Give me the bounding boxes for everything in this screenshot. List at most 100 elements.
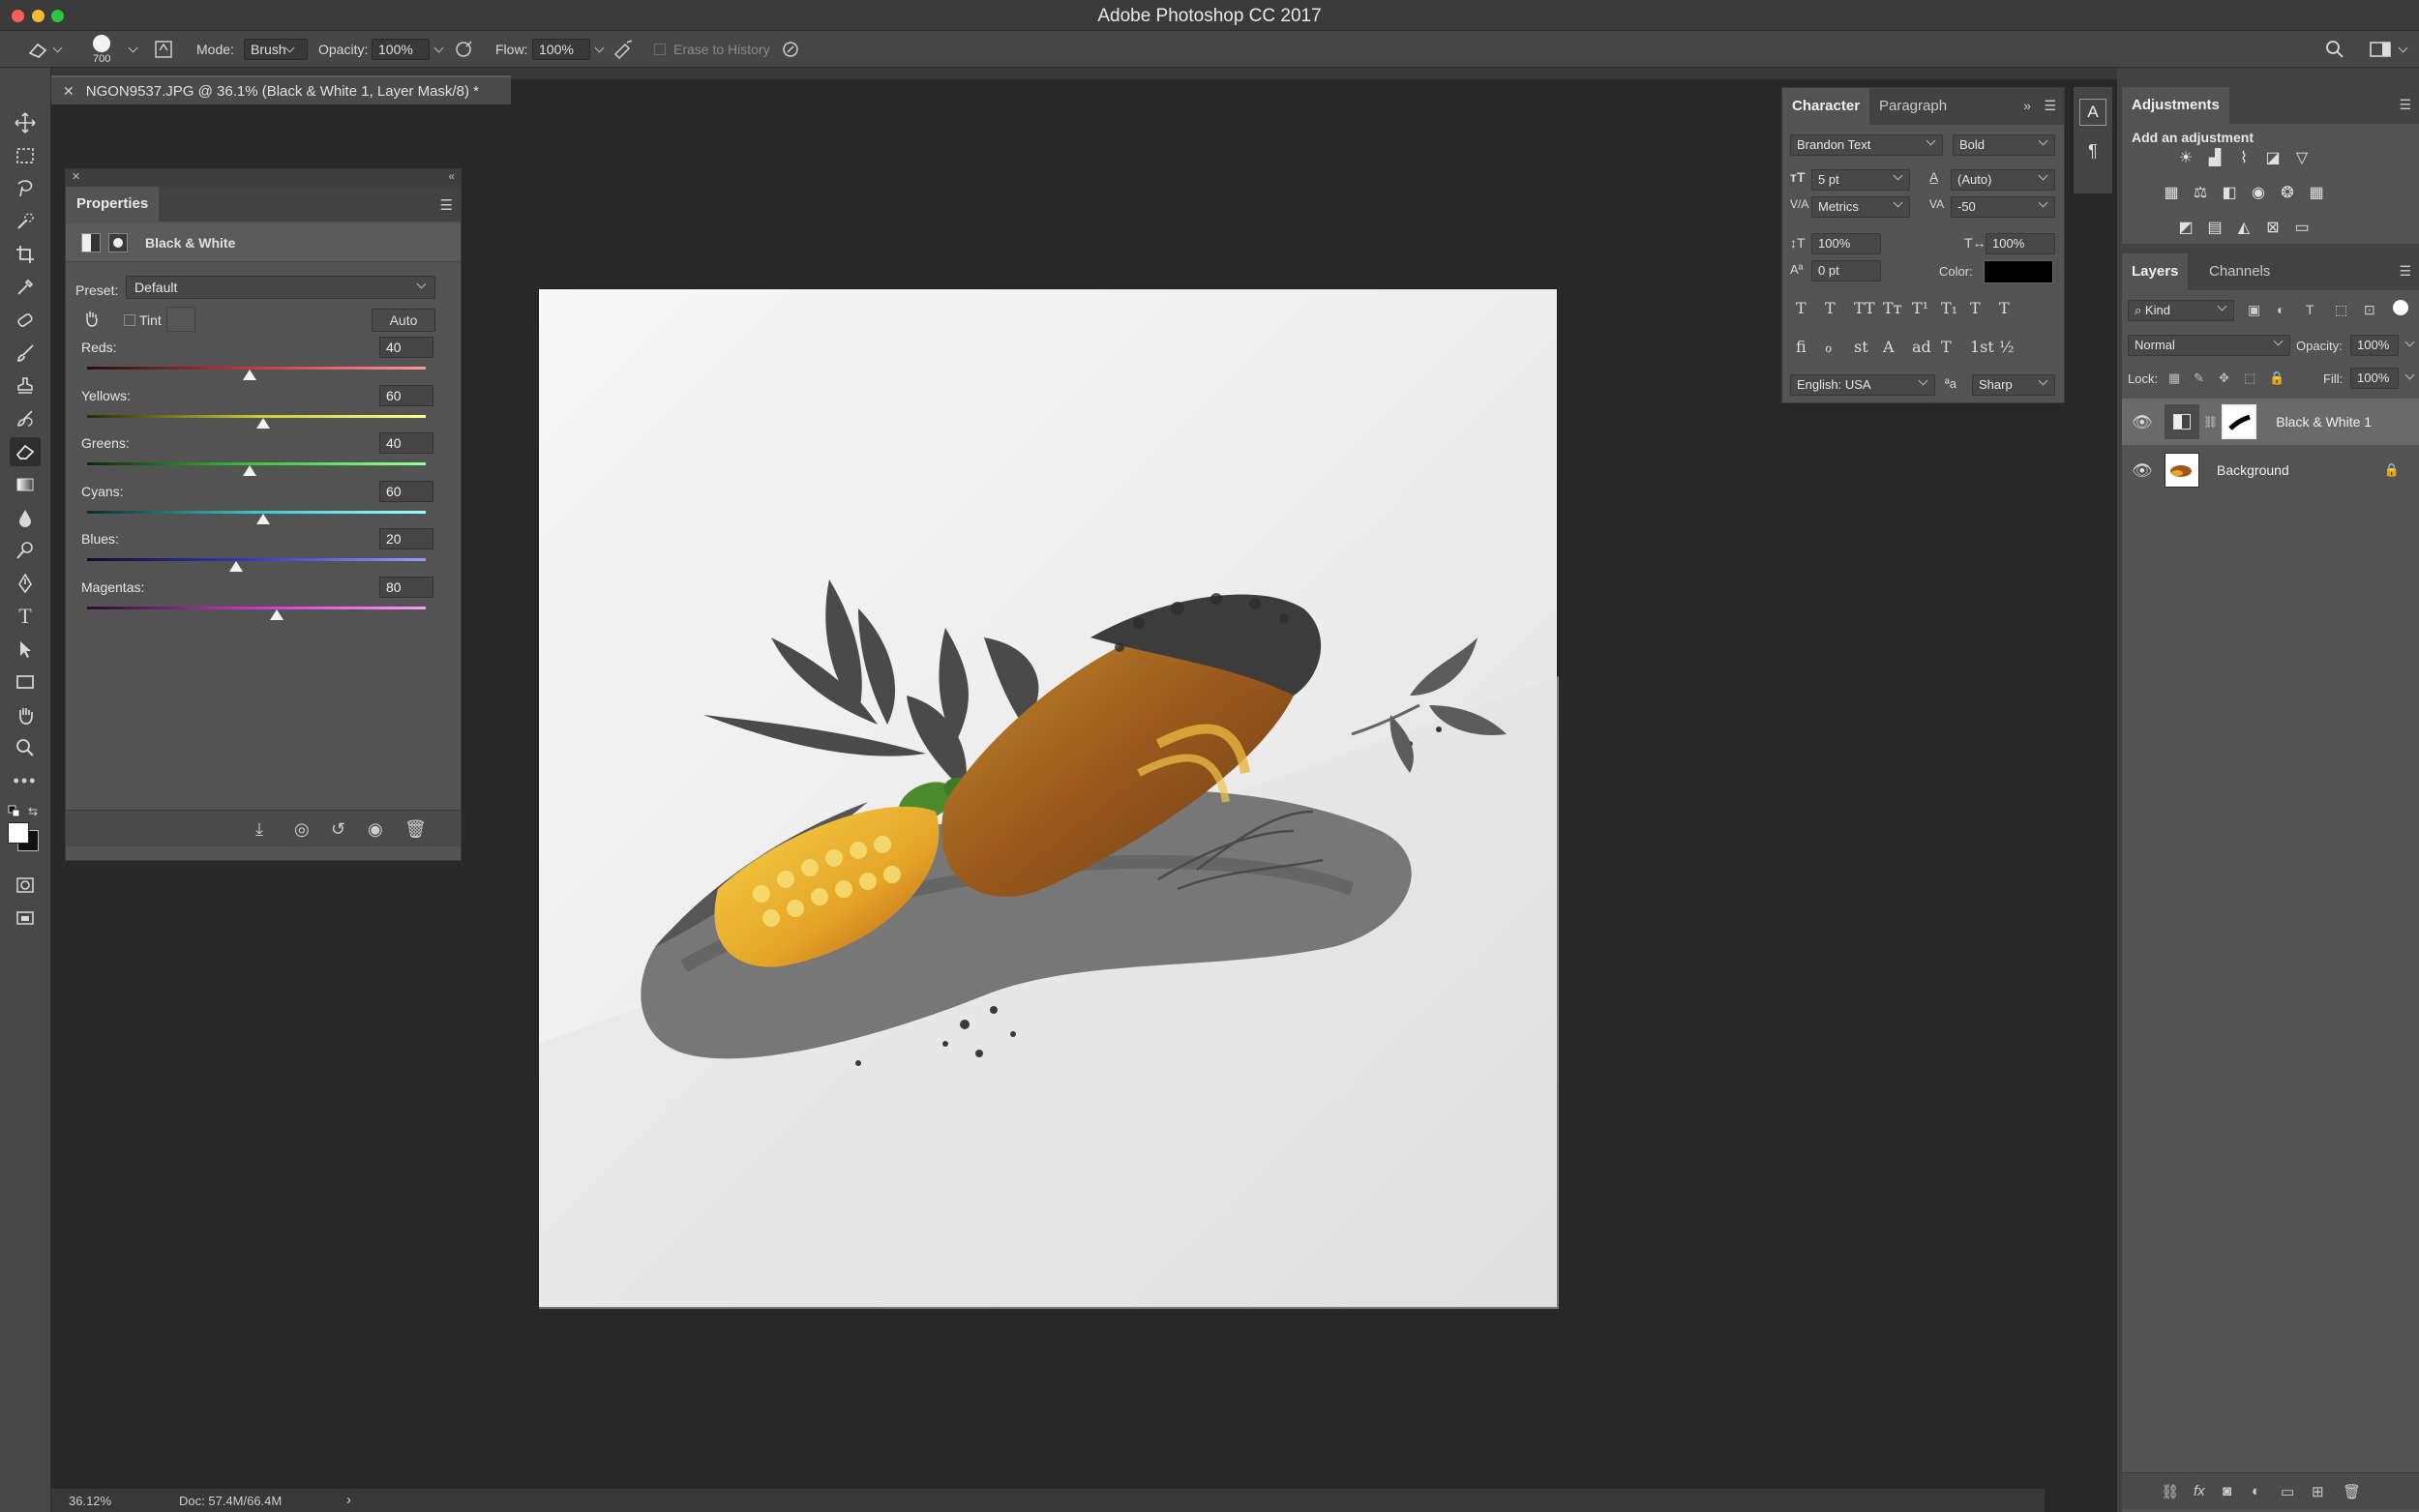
slider-thumb[interactable] [243, 465, 256, 476]
exposure-icon[interactable]: ◪ [2262, 149, 2284, 168]
reset-icon[interactable]: ↺ [331, 819, 345, 840]
eyedropper-tool-icon[interactable] [10, 273, 41, 302]
visibility-eye-icon[interactable]: 👁 [2132, 413, 2153, 431]
layer-row[interactable]: 👁 ⛓ Black & White 1 [2122, 399, 2419, 445]
vibrance-icon[interactable]: ▽ [2291, 149, 2313, 168]
leading-field[interactable]: (Auto) [1951, 169, 2055, 191]
opentype-feature-button[interactable]: fi [1796, 338, 1807, 356]
document-canvas[interactable] [538, 288, 1559, 1309]
layer-opacity-field[interactable]: 100% [2350, 335, 2399, 356]
quick-selection-tool-icon[interactable] [10, 207, 41, 236]
healing-brush-tool-icon[interactable] [10, 306, 41, 335]
link-layers-icon[interactable]: ⛓ [2161, 1483, 2179, 1500]
type-style-button[interactable]: T [1970, 299, 1981, 317]
brush-size-picker[interactable]: 700 [93, 31, 110, 68]
history-brush-tool-icon[interactable] [10, 404, 41, 433]
posterize-icon[interactable]: ▤ [2204, 219, 2225, 238]
lock-position-icon[interactable]: ✥ [2219, 371, 2229, 386]
mask-link-icon[interactable]: ⛓ [2203, 415, 2218, 429]
blend-mode-select[interactable]: Normal [2128, 335, 2290, 356]
layer-style-icon[interactable]: fx [2194, 1483, 2205, 1499]
pen-tool-icon[interactable] [10, 569, 41, 598]
tab-adjustments[interactable]: Adjustments [2122, 87, 2229, 124]
blur-tool-icon[interactable] [10, 503, 41, 532]
pressure-size-icon[interactable] [780, 31, 801, 68]
filter-toggle-icon[interactable] [2393, 300, 2408, 315]
clip-to-layer-icon[interactable]: ⤓ [255, 819, 263, 840]
delete-layer-icon[interactable]: 🗑 [2343, 1483, 2361, 1500]
hue-saturation-icon[interactable]: ▦ [2161, 184, 2182, 203]
slider-thumb[interactable] [229, 561, 243, 572]
new-adjustment-layer-icon[interactable]: ◐ [2252, 1483, 2260, 1499]
language-select[interactable]: English: USA [1790, 374, 1935, 396]
type-style-button[interactable]: Tт [1883, 299, 1902, 317]
lasso-tool-icon[interactable] [10, 174, 41, 203]
eraser-tool-preset-picker[interactable] [27, 31, 67, 68]
adjustment-layer-thumbnail[interactable] [2165, 404, 2199, 439]
channel-mixer-icon[interactable]: ❂ [2277, 184, 2298, 203]
move-tool-icon[interactable] [10, 108, 41, 137]
antialias-select[interactable]: Sharp [1972, 374, 2055, 396]
brightness-contrast-icon[interactable]: ☀ [2175, 149, 2196, 168]
layer-mask-thumbnail[interactable] [2222, 404, 2257, 439]
auto-button[interactable]: Auto [372, 309, 435, 332]
type-style-button[interactable]: T¹ [1912, 299, 1928, 317]
path-selection-tool-icon[interactable] [10, 635, 41, 664]
search-icon[interactable] [2324, 31, 2345, 68]
photo-filter-icon[interactable]: ◉ [2248, 184, 2269, 203]
tracking-field[interactable]: -50 [1951, 196, 2055, 218]
layer-name[interactable]: Black & White 1 [2276, 414, 2372, 430]
document-tab[interactable]: ✕ NGON9537.JPG @ 36.1% (Black & White 1,… [51, 75, 511, 104]
slider-thumb[interactable] [243, 370, 256, 380]
slider-thumb[interactable] [270, 608, 284, 620]
opentype-feature-button[interactable]: ad [1912, 338, 1931, 356]
gradient-tool-icon[interactable] [10, 470, 41, 499]
filter-shape-icon[interactable]: ⬚ [2335, 302, 2347, 318]
dodge-tool-icon[interactable] [10, 536, 41, 565]
character-panel-icon[interactable]: A [2079, 99, 2106, 126]
marquee-tool-icon[interactable] [10, 141, 41, 170]
opentype-feature-button[interactable]: ½ [1999, 338, 2015, 356]
rectangle-tool-icon[interactable] [10, 667, 41, 697]
tab-paragraph[interactable]: Paragraph [1869, 88, 1956, 125]
slider-track[interactable] [87, 558, 426, 561]
clone-stamp-tool-icon[interactable] [10, 371, 41, 400]
type-style-button[interactable]: T₁ [1941, 299, 1957, 317]
opentype-feature-button[interactable]: T [1941, 338, 1952, 356]
new-group-icon[interactable]: ▭ [2281, 1483, 2294, 1500]
filter-smart-object-icon[interactable]: ⊡ [2364, 302, 2375, 318]
layer-thumbnail[interactable] [2165, 453, 2199, 488]
zoom-level[interactable]: 36.12% [69, 1494, 111, 1508]
font-family-select[interactable]: Brandon Text [1790, 134, 1943, 156]
filter-type-icon[interactable]: T [2306, 302, 2314, 317]
kerning-select[interactable]: Metrics [1811, 196, 1910, 218]
workspace-switcher-icon[interactable] [2369, 31, 2412, 68]
color-balance-icon[interactable]: ⚖ [2190, 184, 2211, 203]
foreground-color-swatch[interactable] [8, 822, 29, 844]
hand-tool-icon[interactable] [10, 700, 41, 729]
filter-adjustment-icon[interactable]: ◐ [2277, 302, 2285, 317]
color-lookup-icon[interactable]: ▦ [2306, 184, 2327, 203]
brush-tool-icon[interactable] [10, 339, 41, 368]
paragraph-panel-icon[interactable]: ¶ [2079, 137, 2106, 164]
pressure-opacity-icon[interactable] [453, 31, 474, 68]
status-menu-arrow-icon[interactable]: › [346, 1492, 351, 1508]
erase-to-history-checkbox[interactable]: Erase to History [654, 31, 770, 68]
type-style-button[interactable]: T [1999, 299, 2010, 317]
lock-all-icon[interactable]: 🔒 [2269, 371, 2285, 386]
slider-thumb[interactable] [256, 513, 270, 524]
black-white-icon[interactable]: ◧ [2219, 184, 2240, 203]
type-style-button[interactable]: T [1825, 299, 1836, 317]
mode-select[interactable]: Brush [244, 31, 308, 68]
text-color-swatch[interactable] [1984, 260, 2053, 283]
opacity-field[interactable]: 100% [372, 31, 448, 68]
brush-settings-icon[interactable] [153, 31, 174, 68]
slider-value-field[interactable]: 20 [379, 528, 433, 549]
eraser-tool-icon[interactable] [10, 437, 41, 466]
fill-field[interactable]: 100% [2350, 368, 2399, 389]
type-style-button[interactable]: T [1796, 299, 1807, 317]
panel-menu-icon[interactable]: ☰ [2399, 263, 2411, 280]
preset-select[interactable]: Default [126, 276, 435, 299]
levels-icon[interactable]: ▟ [2204, 149, 2225, 168]
tab-properties[interactable]: Properties [66, 187, 160, 222]
